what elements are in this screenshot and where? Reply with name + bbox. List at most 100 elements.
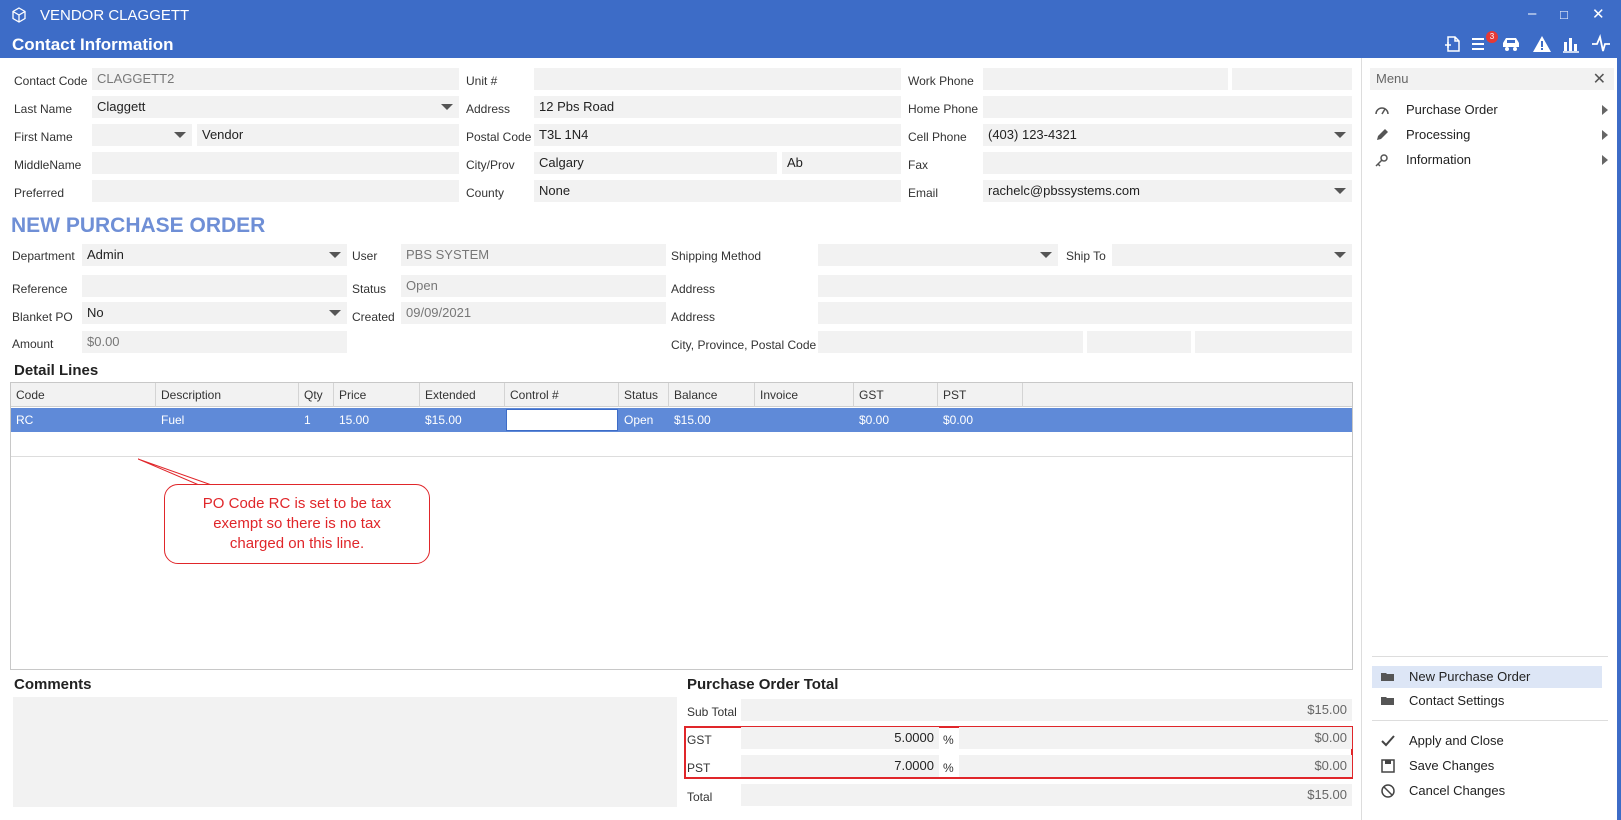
contact-settings-button[interactable]: Contact Settings [1372, 690, 1602, 712]
preferred-field[interactable] [92, 180, 459, 202]
document-icon[interactable] [1442, 33, 1464, 55]
minimize-icon[interactable]: – [1528, 5, 1536, 22]
column-header[interactable]: Status [619, 383, 669, 407]
chevron-down-icon[interactable] [1334, 252, 1346, 258]
middle-name-field[interactable] [92, 152, 459, 174]
ship-province-field[interactable] [1087, 331, 1191, 353]
blanket-po-dropdown[interactable]: No [82, 302, 347, 324]
table-cell[interactable]: 1 [299, 408, 334, 432]
gst-rate-field[interactable]: 5.0000 [741, 727, 939, 749]
unit-field[interactable] [534, 68, 901, 90]
cube-icon [12, 7, 26, 23]
chevron-down-icon[interactable] [329, 310, 341, 316]
table-cell[interactable]: $15.00 [420, 408, 505, 432]
chevron-down-icon[interactable] [1334, 188, 1346, 194]
menu-item-information[interactable]: Information [1368, 148, 1612, 172]
chevron-down-icon[interactable] [1334, 132, 1346, 138]
column-header[interactable]: Invoice [755, 383, 854, 407]
work-extension-field[interactable] [1232, 68, 1352, 90]
pst-rate-field[interactable]: 7.0000 [741, 755, 939, 777]
department-dropdown[interactable]: Admin [82, 244, 347, 266]
province-field[interactable]: Ab [782, 152, 901, 174]
close-icon[interactable]: ✕ [1592, 5, 1605, 23]
car-icon[interactable] [1500, 33, 1522, 55]
cell-phone-field[interactable]: (403) 123-4321 [983, 124, 1352, 146]
last-name-field[interactable]: Claggett [92, 96, 459, 118]
name-prefix-dropdown[interactable] [92, 124, 192, 146]
column-header[interactable]: Price [334, 383, 420, 407]
ship-address2-label: Address [671, 310, 716, 324]
unit-label: Unit # [466, 74, 498, 88]
table-cell[interactable] [755, 408, 854, 432]
ship-to-dropdown[interactable] [1112, 244, 1352, 266]
postal-code-field[interactable]: T3L 1N4 [534, 124, 901, 146]
county-field[interactable]: None [534, 180, 901, 202]
chevron-down-icon[interactable] [1040, 252, 1052, 258]
work-phone-field[interactable] [983, 68, 1228, 90]
chevron-down-icon[interactable] [174, 132, 186, 138]
first-name-field[interactable]: Vendor [197, 124, 459, 146]
table-cell[interactable]: Fuel [156, 408, 299, 432]
contact-code-field[interactable]: CLAGGETT2 [92, 68, 459, 90]
chevron-down-icon[interactable] [441, 104, 453, 110]
column-header[interactable]: GST [854, 383, 938, 407]
last-name-label: Last Name [14, 102, 73, 116]
close-icon[interactable]: ✕ [1593, 69, 1606, 89]
save-changes-button[interactable]: Save Changes [1372, 755, 1602, 777]
fax-field[interactable] [983, 152, 1352, 174]
chevron-right-icon [1602, 105, 1608, 115]
control-number-input[interactable] [506, 409, 618, 431]
last-name-value: Claggett [97, 99, 146, 114]
column-header[interactable]: Description [156, 383, 299, 407]
menu-item-purchase-order[interactable]: Purchase Order [1368, 98, 1612, 122]
ship-address-field[interactable] [818, 275, 1352, 297]
status-field[interactable]: Open [401, 275, 666, 297]
cancel-changes-button[interactable]: Cancel Changes [1372, 780, 1602, 802]
warning-icon[interactable] [1531, 33, 1553, 55]
menu-item-processing[interactable]: Processing [1368, 123, 1612, 147]
bar-chart-icon[interactable] [1560, 33, 1582, 55]
column-header[interactable]: Qty [299, 383, 334, 407]
column-header[interactable]: Control # [505, 383, 619, 407]
amount-field[interactable]: $0.00 [82, 331, 347, 353]
menu-header: Menu ✕ [1370, 68, 1614, 90]
address-field[interactable]: 12 Pbs Road [534, 96, 901, 118]
department-value: Admin [87, 247, 124, 262]
created-field[interactable]: 09/09/2021 [401, 302, 666, 324]
status-label: Status [352, 282, 387, 296]
pulse-icon[interactable] [1590, 33, 1612, 55]
ship-postal-field[interactable] [1195, 331, 1352, 353]
home-phone-field[interactable] [983, 96, 1352, 118]
maximize-icon[interactable]: □ [1560, 7, 1568, 22]
email-field[interactable]: rachelc@pbssystems.com [983, 180, 1352, 202]
reference-field[interactable] [82, 275, 347, 297]
gst-percent-sign: % [943, 733, 954, 747]
column-header[interactable]: PST [938, 383, 1023, 407]
table-cell[interactable]: 15.00 [334, 408, 420, 432]
key-icon [1375, 154, 1388, 167]
comments-field[interactable] [13, 697, 677, 807]
ship-city-field[interactable] [818, 331, 1083, 353]
table-cell[interactable]: $0.00 [854, 408, 938, 432]
shipping-method-dropdown[interactable] [818, 244, 1058, 266]
chevron-down-icon[interactable] [329, 252, 341, 258]
column-header[interactable]: Code [11, 383, 156, 407]
table-cell[interactable]: $0.00 [938, 408, 1023, 432]
new-purchase-order-button[interactable]: New Purchase Order [1372, 666, 1602, 688]
table-cell[interactable]: RC [11, 408, 156, 432]
apply-and-close-button[interactable]: Apply and Close [1372, 730, 1602, 752]
city-field[interactable]: Calgary [534, 152, 777, 174]
table-cell[interactable]: Open [619, 408, 669, 432]
title-bar: VENDOR CLAGGETT – □ ✕ [0, 0, 1621, 30]
user-field[interactable]: PBS SYSTEM [401, 244, 666, 266]
user-label: User [352, 249, 378, 263]
table-row[interactable]: RC Fuel 1 15.00 $15.00 Open $15.00 $0.00… [11, 408, 1352, 432]
new-row[interactable] [11, 432, 1352, 457]
ship-address2-field[interactable] [818, 302, 1352, 324]
column-header[interactable]: Extended [420, 383, 505, 407]
table-cell[interactable]: $15.00 [669, 408, 755, 432]
chevron-right-icon [1602, 130, 1608, 140]
subtotal-value: $15.00 [741, 699, 1352, 721]
column-header[interactable]: Balance [669, 383, 755, 407]
contact-code-label: Contact Code [14, 74, 88, 88]
